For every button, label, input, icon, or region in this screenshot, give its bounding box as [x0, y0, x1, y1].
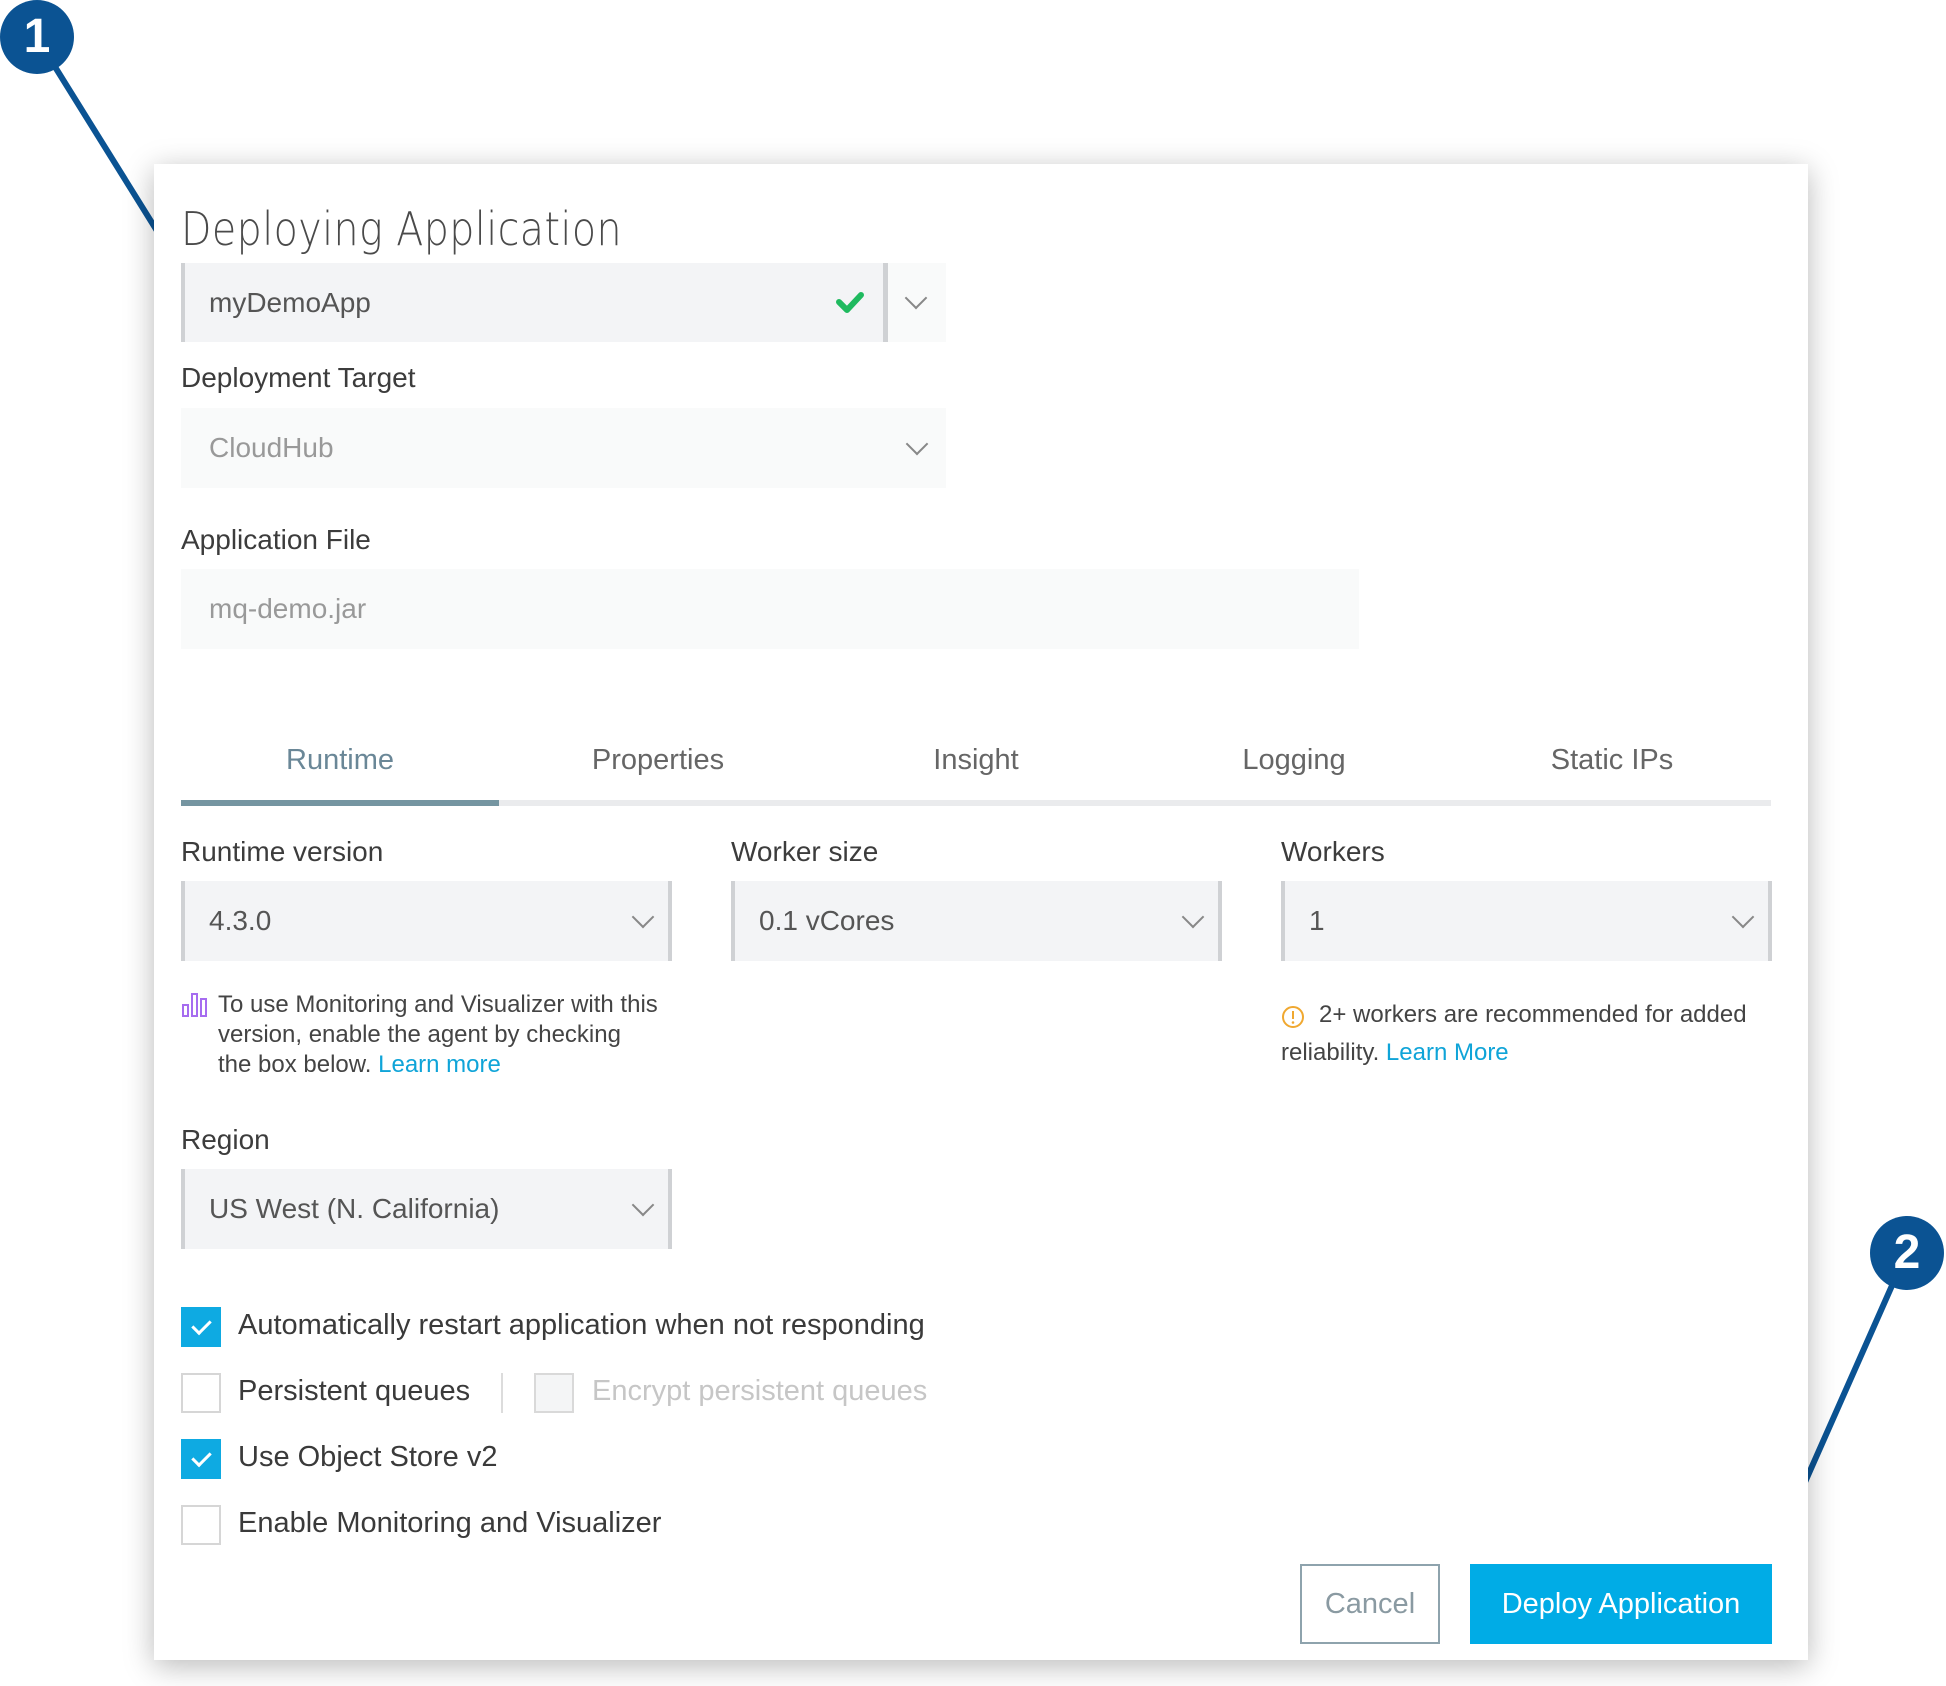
object-store-v2-checkbox[interactable]	[181, 1439, 221, 1479]
object-store-v2-label: Use Object Store v2	[238, 1441, 498, 1473]
workers-select[interactable]: 1	[1281, 881, 1772, 961]
workers-learn-more-link[interactable]: Learn More	[1386, 1039, 1509, 1066]
tab-static-ips[interactable]: Static IPs	[1453, 744, 1771, 777]
application-file-label: Application File	[181, 524, 371, 555]
deploy-application-button[interactable]: Deploy Application	[1470, 1564, 1772, 1644]
workers-note: 2+ workers are recommended for added rel…	[1281, 996, 1781, 1072]
monitoring-note: To use Monitoring and Visualizer with th…	[218, 990, 658, 1080]
tab-properties[interactable]: Properties	[499, 744, 817, 777]
encrypt-queues-label: Encrypt persistent queues	[592, 1375, 928, 1407]
callout-2-badge: 2	[1870, 1216, 1944, 1290]
tab-insight[interactable]: Insight	[817, 744, 1135, 777]
encrypt-queues-checkbox[interactable]	[534, 1373, 574, 1413]
deployment-target-select[interactable]: CloudHub	[181, 408, 946, 488]
deploy-dialog: Deploying Application myDemoApp Deployme…	[154, 164, 1808, 1660]
auto-restart-label: Automatically restart application when n…	[238, 1309, 925, 1341]
tab-underline	[181, 800, 1771, 806]
deployment-target-label: Deployment Target	[181, 362, 416, 393]
callout-1-badge: 1	[0, 0, 74, 74]
tab-runtime[interactable]: Runtime	[181, 744, 499, 777]
worker-size-value: 0.1 vCores	[759, 905, 895, 936]
application-file-value: mq-demo.jar	[209, 593, 367, 624]
runtime-version-label: Runtime version	[181, 836, 384, 867]
workers-value: 1	[1309, 905, 1325, 936]
persistent-queues-label: Persistent queues	[238, 1375, 471, 1407]
runtime-version-select[interactable]: 4.3.0	[181, 881, 672, 961]
dialog-title: Deploying Application	[181, 202, 622, 256]
workers-label: Workers	[1281, 836, 1385, 867]
worker-size-label: Worker size	[731, 836, 879, 867]
application-name-value: myDemoApp	[209, 286, 371, 318]
runtime-version-value: 4.3.0	[209, 905, 272, 936]
chevron-down-icon	[631, 1193, 655, 1217]
region-select[interactable]: US West (N. California)	[181, 1169, 672, 1249]
persistent-queues-checkbox[interactable]	[181, 1373, 221, 1413]
workers-note-text: 2+ workers are recommended for added rel…	[1281, 1001, 1747, 1066]
application-name-field[interactable]: myDemoApp	[181, 263, 887, 342]
chevron-down-icon	[904, 286, 928, 310]
application-file-field[interactable]: mq-demo.jar	[181, 569, 1359, 649]
region-label: Region	[181, 1124, 270, 1155]
chevron-down-icon	[1181, 905, 1205, 929]
monitoring-learn-more-link[interactable]: Learn more	[378, 1051, 501, 1078]
chevron-down-icon	[1731, 905, 1755, 929]
worker-size-select[interactable]: 0.1 vCores	[731, 881, 1222, 961]
tab-bar: Runtime Properties Insight Logging Stati…	[181, 744, 1771, 806]
monitoring-checkbox[interactable]	[181, 1505, 221, 1545]
region-value: US West (N. California)	[209, 1193, 500, 1224]
cancel-button[interactable]: Cancel	[1300, 1564, 1440, 1644]
auto-restart-checkbox[interactable]	[181, 1307, 221, 1347]
deployment-target-value: CloudHub	[209, 432, 334, 463]
chevron-down-icon	[631, 905, 655, 929]
active-tab-indicator	[181, 800, 499, 806]
tab-logging[interactable]: Logging	[1135, 744, 1453, 777]
monitoring-chart-icon	[182, 993, 207, 1017]
monitoring-label: Enable Monitoring and Visualizer	[238, 1507, 662, 1539]
valid-check-icon	[836, 292, 864, 313]
application-dropdown-toggle[interactable]	[888, 263, 946, 342]
chevron-down-icon	[905, 432, 929, 456]
checkbox-separator	[501, 1373, 503, 1413]
